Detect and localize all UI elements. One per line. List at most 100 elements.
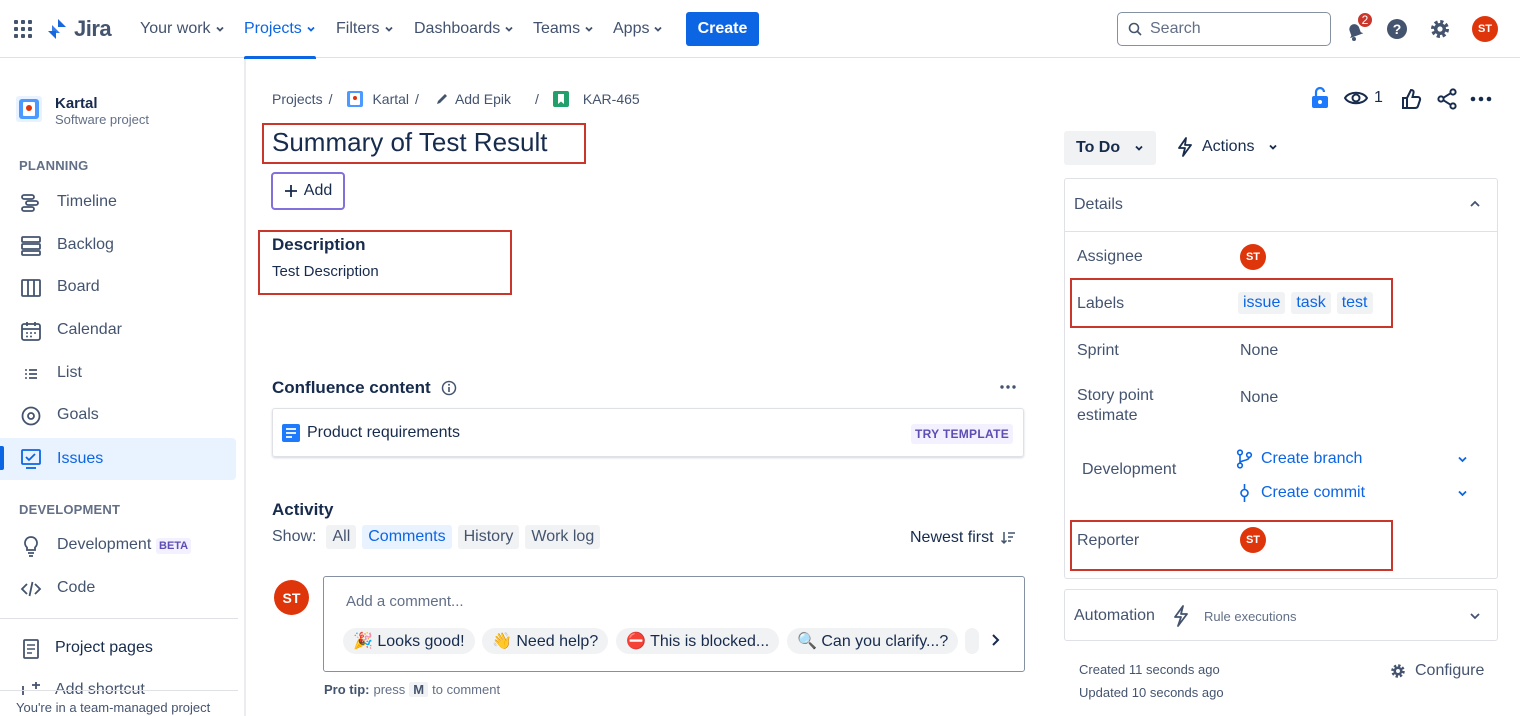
quick-reply-blocked[interactable]: ⛔ This is blocked... bbox=[616, 628, 780, 654]
sidebar-item-add-shortcut[interactable]: Add shortcut bbox=[0, 673, 236, 695]
sidebar-item-label: Add shortcut bbox=[55, 681, 145, 695]
nav-filters[interactable]: Filters bbox=[336, 0, 394, 58]
document-icon bbox=[282, 424, 300, 442]
sidebar-item-project-pages[interactable]: Project pages bbox=[0, 628, 236, 668]
breadcrumb-add-epic[interactable]: Add Epik bbox=[455, 91, 511, 107]
sidebar-item-board[interactable]: Board bbox=[0, 267, 236, 307]
add-button[interactable]: Add bbox=[271, 172, 345, 210]
filter-all[interactable]: All bbox=[326, 525, 357, 549]
chevron-right-icon[interactable] bbox=[990, 633, 1002, 647]
pro-tip-bold: Pro tip: bbox=[324, 682, 370, 697]
sort-newest-first[interactable]: Newest first bbox=[910, 529, 1016, 547]
sidebar-item-timeline[interactable]: Timeline bbox=[0, 182, 236, 222]
confluence-item[interactable]: Product requirements TRY TEMPLATE bbox=[272, 408, 1024, 457]
sidebar-item-calendar[interactable]: Calendar bbox=[0, 310, 236, 350]
created-timestamp: Created 11 seconds ago bbox=[1079, 662, 1220, 677]
app-switcher-icon[interactable] bbox=[13, 19, 33, 39]
story-point-value[interactable]: None bbox=[1240, 389, 1278, 407]
board-icon bbox=[21, 279, 41, 297]
story-point-label: Story point estimate bbox=[1077, 386, 1153, 426]
nav-your-work[interactable]: Your work bbox=[140, 0, 225, 58]
jira-logo[interactable]: Jira bbox=[46, 16, 112, 42]
quick-reply-clarify[interactable]: 🔍 Can you clarify...? bbox=[787, 628, 959, 654]
sidebar-item-issues[interactable]: Issues bbox=[0, 438, 236, 480]
quick-reply-more[interactable] bbox=[965, 628, 979, 654]
project-avatar[interactable] bbox=[16, 96, 42, 122]
chevron-down-icon[interactable] bbox=[1457, 455, 1468, 464]
details-heading[interactable]: Details bbox=[1074, 196, 1123, 214]
create-button[interactable]: Create bbox=[686, 12, 759, 46]
sidebar-item-label: Code bbox=[57, 579, 96, 596]
quick-reply-need-help[interactable]: 👋 Need help? bbox=[482, 628, 609, 654]
confluence-heading-text: Confluence content bbox=[272, 378, 431, 397]
chevron-down-icon bbox=[215, 26, 224, 32]
sidebar-item-code[interactable]: Code bbox=[0, 568, 236, 608]
sidebar-item-label: Development bbox=[57, 536, 152, 553]
sprint-label: Sprint bbox=[1077, 342, 1119, 359]
user-avatar[interactable]: ST bbox=[1472, 16, 1498, 42]
create-branch-label: Create branch bbox=[1261, 450, 1363, 467]
sidebar-item-label: Calendar bbox=[57, 321, 122, 338]
try-template-button[interactable]: TRY TEMPLATE bbox=[910, 424, 1013, 444]
nav-projects[interactable]: Projects bbox=[244, 0, 316, 59]
confluence-heading: Confluence content bbox=[272, 378, 457, 398]
automation-panel[interactable]: Automation Rule executions bbox=[1064, 589, 1498, 641]
chevron-up-icon[interactable] bbox=[1469, 199, 1481, 209]
chevron-down-icon bbox=[505, 26, 513, 32]
description-text[interactable]: Test Description bbox=[272, 263, 379, 280]
sidebar-item-goals[interactable]: Goals bbox=[0, 395, 236, 435]
project-name[interactable]: Kartal bbox=[55, 95, 98, 112]
search-input[interactable]: Search bbox=[1117, 12, 1331, 46]
share-icon[interactable] bbox=[1436, 88, 1458, 110]
chevron-down-icon bbox=[1269, 144, 1278, 150]
comment-placeholder: Add a comment... bbox=[346, 593, 464, 610]
sidebar-item-development[interactable]: Development BETA bbox=[0, 525, 236, 565]
rule-executions: Rule executions bbox=[1204, 609, 1297, 624]
comment-box[interactable]: Add a comment... bbox=[323, 576, 1025, 672]
breadcrumb-issue-key[interactable]: KAR-465 bbox=[583, 91, 640, 107]
label-chip[interactable]: test bbox=[1336, 292, 1373, 314]
jira-logo-icon bbox=[46, 17, 68, 41]
notification-count-badge: 2 bbox=[1356, 11, 1374, 29]
status-dropdown[interactable]: To Do bbox=[1064, 131, 1156, 165]
actions-dropdown[interactable]: Actions bbox=[1176, 137, 1278, 157]
filter-work-log[interactable]: Work log bbox=[525, 525, 601, 549]
breadcrumb: Projects / Kartal / Add Epik / KAR-465 bbox=[272, 90, 640, 108]
nav-dashboards[interactable]: Dashboards bbox=[414, 0, 514, 58]
settings-gear-icon[interactable] bbox=[1428, 17, 1452, 41]
sidebar-item-list[interactable]: List bbox=[0, 353, 236, 393]
create-branch-link[interactable]: Create branch bbox=[1236, 449, 1362, 469]
sidebar-item-backlog[interactable]: Backlog bbox=[0, 225, 236, 265]
issue-title[interactable]: Summary of Test Result bbox=[272, 127, 548, 158]
label-chip[interactable]: task bbox=[1291, 292, 1331, 314]
development-label: Development bbox=[1082, 461, 1177, 478]
confluence-more-icon[interactable] bbox=[1000, 384, 1016, 390]
more-options-icon[interactable] bbox=[1470, 95, 1492, 103]
watch-button[interactable]: 1 bbox=[1344, 88, 1383, 108]
lock-icon[interactable] bbox=[1310, 86, 1330, 110]
chevron-down-icon[interactable] bbox=[1457, 489, 1468, 498]
label-chip[interactable]: issue bbox=[1238, 292, 1286, 314]
notifications-button[interactable]: 2 bbox=[1343, 11, 1374, 43]
confluence-item-label: Product requirements bbox=[307, 424, 460, 441]
nav-teams[interactable]: Teams bbox=[533, 0, 594, 58]
assignee-avatar[interactable]: ST bbox=[1240, 244, 1266, 270]
nav-label: Your work bbox=[140, 20, 211, 37]
sprint-value[interactable]: None bbox=[1240, 342, 1278, 360]
filter-comments[interactable]: Comments bbox=[362, 525, 452, 549]
pro-tip-post: to comment bbox=[432, 682, 501, 697]
breadcrumb-project[interactable]: Kartal bbox=[372, 91, 409, 107]
configure-button[interactable]: Configure bbox=[1389, 662, 1484, 680]
breadcrumb-projects[interactable]: Projects bbox=[272, 91, 323, 107]
reporter-avatar[interactable]: ST bbox=[1240, 527, 1266, 553]
nav-apps[interactable]: Apps bbox=[613, 0, 663, 58]
help-icon[interactable]: ? bbox=[1386, 18, 1408, 40]
like-icon[interactable] bbox=[1400, 88, 1422, 110]
filter-history[interactable]: History bbox=[457, 525, 520, 549]
quick-reply-looks-good[interactable]: 🎉 Looks good! bbox=[343, 628, 475, 654]
create-commit-link[interactable]: Create commit bbox=[1236, 483, 1365, 503]
lightbulb-icon bbox=[24, 536, 38, 557]
info-icon[interactable] bbox=[441, 380, 457, 396]
sidebar-item-label: Project pages bbox=[55, 639, 153, 656]
chevron-down-icon bbox=[654, 26, 663, 32]
